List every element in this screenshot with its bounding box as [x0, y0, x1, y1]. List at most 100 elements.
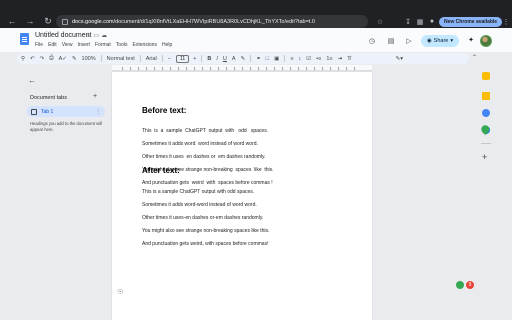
back-icon[interactable]: ←: [6, 15, 18, 27]
forward-icon[interactable]: →: [24, 15, 36, 27]
profile-icon[interactable]: ●: [426, 18, 438, 25]
menu-edit[interactable]: Edit: [48, 42, 57, 48]
lock-icon: ◉: [426, 38, 432, 44]
explore-icon[interactable]: ☉: [117, 288, 123, 296]
tab-icon: [31, 108, 37, 115]
comment-icon[interactable]: □: [266, 56, 269, 62]
spellcheck-icon[interactable]: A✓: [59, 56, 67, 62]
document-title[interactable]: Untitled document: [35, 32, 91, 39]
decrease-font-size-icon[interactable]: −: [168, 56, 171, 62]
comments-icon[interactable]: ▤: [385, 37, 397, 45]
font-select[interactable]: Arial: [146, 56, 157, 62]
style-select[interactable]: Normal text: [107, 56, 135, 62]
reload-icon[interactable]: ↻: [42, 15, 54, 27]
underline-icon[interactable]: U: [223, 56, 227, 62]
after-line: Sometimes it adds word-word instead of w…: [142, 202, 257, 209]
divider: [100, 55, 102, 62]
ruler-marks: [122, 67, 362, 70]
bullet-list-icon[interactable]: •≡: [316, 56, 321, 62]
chrome-menu-icon[interactable]: ⋮: [500, 18, 512, 26]
print-icon[interactable]: ⎙: [49, 55, 53, 62]
tab-more-icon[interactable]: ⋮: [96, 109, 101, 115]
before-line: This is a sample ChatGPT output with odd…: [142, 128, 269, 135]
new-chrome-available-button[interactable]: New Chrome available: [439, 16, 503, 27]
before-line: Other times it uses en dashes or em dash…: [142, 154, 266, 161]
version-history-icon[interactable]: ◷: [366, 37, 378, 45]
get-addons-icon[interactable]: +: [482, 152, 487, 162]
document-tabs-header: Document tabs: [30, 95, 67, 101]
menu-bar: File Edit View Insert Format Tools Exten…: [35, 42, 172, 48]
calendar-icon[interactable]: [482, 72, 490, 80]
collapse-toolbar-icon[interactable]: ⌃: [472, 54, 477, 61]
extensions-icon[interactable]: ▦: [414, 18, 426, 26]
increase-font-size-icon[interactable]: +: [193, 56, 196, 62]
avatar[interactable]: [480, 35, 492, 47]
after-text-block[interactable]: This is a sample ChatGPT output with odd…: [142, 183, 269, 253]
menu-tools[interactable]: Tools: [116, 42, 128, 48]
add-tab-icon[interactable]: +: [93, 93, 97, 100]
gemini-icon[interactable]: ✦: [466, 36, 476, 46]
tab-item-tab-1[interactable]: Tab 1 ⋮: [27, 106, 105, 117]
back-arrow-icon[interactable]: ←: [28, 76, 36, 85]
ruler[interactable]: [112, 65, 372, 71]
before-text-block[interactable]: This is a sample ChatGPT output with odd…: [142, 122, 274, 192]
formatting-toolbar: ⚲ ↶ ↷ ⎙ A✓ ✎ 100% Normal text Arial − 11…: [17, 53, 469, 64]
after-heading: After text:: [142, 166, 180, 175]
font-size-input[interactable]: 11: [175, 54, 190, 63]
indent-icon[interactable]: ⇥: [338, 56, 343, 62]
docs-logo-icon[interactable]: [20, 33, 29, 45]
headings-hint: Headings you add to the document will ap…: [30, 121, 102, 132]
numbered-list-icon[interactable]: 1≡: [326, 56, 332, 62]
tasks-icon[interactable]: [482, 109, 490, 117]
divider: [161, 55, 163, 62]
cloud-status-icon[interactable]: ☁: [101, 33, 109, 39]
text-color-icon[interactable]: A: [232, 56, 236, 62]
menu-insert[interactable]: Insert: [77, 42, 90, 48]
paint-format-icon[interactable]: ✎: [72, 56, 77, 62]
rail-divider: [481, 143, 491, 144]
editing-mode-icon[interactable]: ✎▾: [396, 56, 403, 62]
menu-file[interactable]: File: [35, 42, 43, 48]
divider: [201, 55, 203, 62]
chevron-down-icon: ▾: [450, 38, 454, 44]
location-pin-icon[interactable]: [456, 281, 464, 289]
link-icon[interactable]: ⚭: [256, 56, 261, 62]
site-info-icon[interactable]: [62, 18, 68, 25]
highlight-icon[interactable]: ✎: [241, 56, 246, 62]
search-menus-icon[interactable]: ⚲: [21, 56, 25, 62]
italic-icon[interactable]: I: [216, 56, 218, 62]
menu-help[interactable]: Help: [162, 42, 172, 48]
menu-view[interactable]: View: [62, 42, 73, 48]
checklist-icon[interactable]: ☑: [306, 56, 311, 62]
download-icon[interactable]: ↧: [402, 18, 414, 26]
keep-icon[interactable]: [482, 92, 490, 100]
url-text: docs.google.com/document/d/1qXI8nfVtLXaE…: [72, 18, 315, 25]
tab-label: Tab 1: [41, 108, 54, 115]
undo-icon[interactable]: ↶: [30, 56, 35, 62]
divider: [284, 55, 286, 62]
floating-extension-buttons: 9: [456, 281, 474, 289]
after-line: You might also see strange non-breaking …: [142, 227, 270, 234]
before-heading: Before text:: [142, 106, 187, 115]
menu-extensions[interactable]: Extensions: [132, 42, 156, 48]
meet-icon[interactable]: ▷: [403, 37, 415, 45]
maps-icon[interactable]: [479, 123, 491, 135]
zoom-select[interactable]: 100%: [82, 56, 96, 62]
bold-icon[interactable]: B: [207, 56, 211, 62]
move-folder-icon[interactable]: ▭: [93, 33, 101, 39]
align-icon[interactable]: ≡: [290, 56, 293, 62]
divider: [139, 55, 141, 62]
bookmark-star-icon[interactable]: ☆: [374, 18, 386, 26]
notification-badge[interactable]: 9: [466, 281, 474, 289]
menu-format[interactable]: Format: [95, 42, 111, 48]
after-line: This is a sample ChatGPT output with odd…: [142, 189, 255, 196]
address-bar[interactable]: docs.google.com/document/d/1qXI8nfVtLXaE…: [56, 15, 368, 28]
after-line: Other times it uses-en dashes or-em dash…: [142, 215, 264, 222]
redo-icon[interactable]: ↷: [40, 56, 45, 62]
share-button[interactable]: ◉ Share ▾: [421, 35, 459, 47]
image-icon[interactable]: ▣: [274, 56, 279, 62]
before-line: Sometimes it adds word word instead of w…: [142, 141, 258, 148]
share-label: Share: [433, 38, 449, 44]
clear-formatting-icon[interactable]: T̸: [347, 56, 350, 62]
line-spacing-icon[interactable]: ↕: [299, 56, 302, 62]
